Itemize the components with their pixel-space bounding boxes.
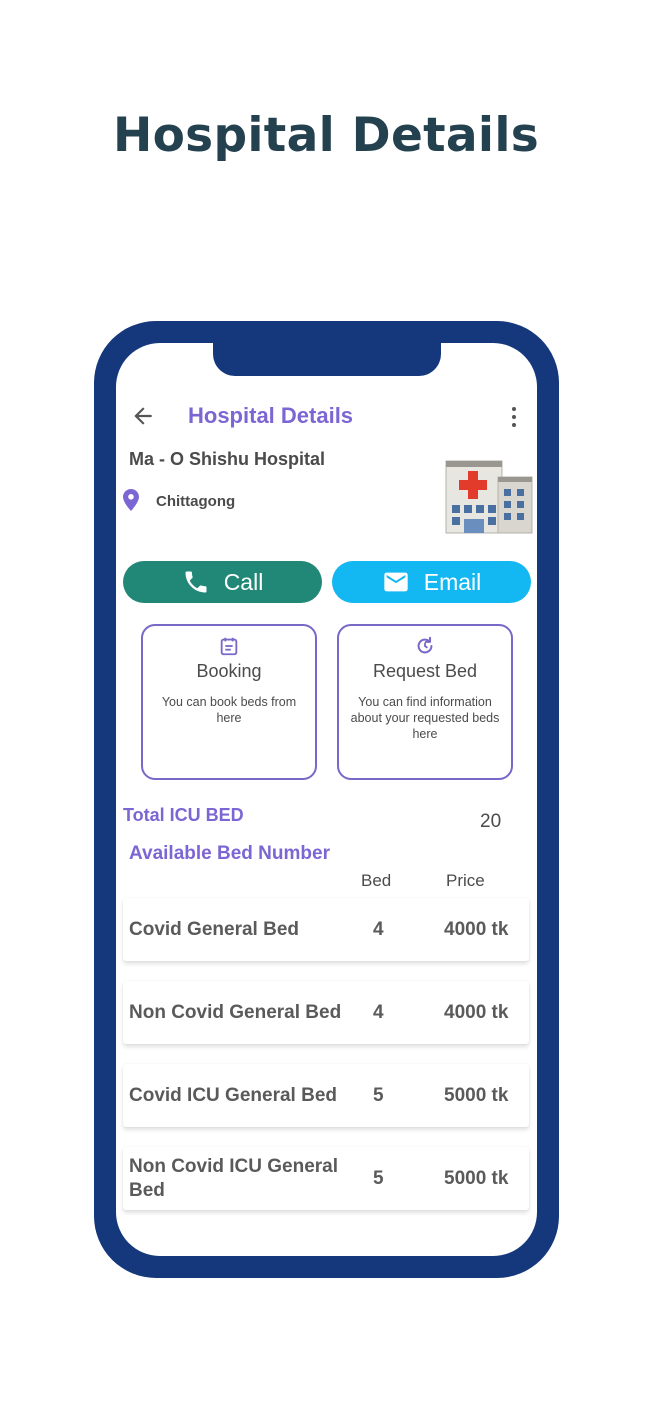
- location-pin-icon: [123, 489, 139, 511]
- phone-icon: [185, 571, 207, 593]
- mail-icon: [384, 572, 408, 592]
- column-header-price: Price: [446, 871, 485, 890]
- bed-name: Non Covid General Bed: [129, 1001, 342, 1023]
- call-button[interactable]: Call: [123, 561, 322, 603]
- bed-price: 5000 tk: [444, 1084, 509, 1106]
- appbar-title: Hospital Details: [188, 403, 354, 428]
- email-button[interactable]: Email: [332, 561, 531, 603]
- hospital-name: Ma - O Shishu Hospital: [129, 449, 326, 469]
- bed-price: 4000 tk: [444, 1001, 509, 1023]
- request-bed-card[interactable]: Request Bed You can find information abo…: [337, 624, 513, 780]
- bed-price: 4000 tk: [444, 918, 509, 940]
- booking-card-description: You can book beds from here: [161, 695, 297, 725]
- booking-card[interactable]: Booking You can book beds from here: [141, 624, 317, 780]
- bed-row: Non Covid General Bed 4 4000 tk: [123, 981, 529, 1044]
- bed-count: 4: [373, 918, 384, 940]
- call-button-label: Call: [223, 568, 264, 595]
- bed-price: 5000 tk: [444, 1167, 509, 1189]
- request-bed-card-title: Request Bed: [372, 661, 478, 681]
- page: Hospital Details Hospital Details Ma - O…: [0, 0, 652, 1412]
- bed-row: Non Covid ICU General Bed 5 5000 tk: [123, 1147, 529, 1210]
- total-icu-label: Total ICU BED: [123, 805, 244, 825]
- request-bed-card-description: You can find information about your requ…: [350, 695, 500, 741]
- bed-name: Covid ICU General Bed: [129, 1084, 337, 1106]
- phone-notch: [213, 343, 441, 376]
- calendar-icon: [220, 637, 238, 656]
- phone-frame: Hospital Details Ma - O Shishu Hospital …: [94, 321, 559, 1278]
- bed-name: Covid General Bed: [129, 918, 299, 940]
- bed-count: 5: [373, 1084, 384, 1106]
- email-button-label: Email: [423, 568, 482, 595]
- more-vert-icon[interactable]: [509, 406, 519, 428]
- bed-row: Covid General Bed 4 4000 tk: [123, 898, 529, 961]
- booking-card-title: Booking: [196, 661, 262, 681]
- bed-count: 4: [373, 1001, 384, 1023]
- total-icu-value: 20: [480, 811, 502, 832]
- column-header-bed: Bed: [361, 871, 392, 890]
- back-arrow-icon[interactable]: [130, 403, 156, 429]
- bed-name: Non Covid ICU General Bed: [129, 1155, 339, 1201]
- location-text: Chittagong: [156, 493, 236, 510]
- bed-row: Covid ICU General Bed 5 5000 tk: [123, 1064, 529, 1127]
- hospital-building-icon: [445, 460, 533, 534]
- refresh-icon: [417, 636, 433, 654]
- available-bed-heading: Available Bed Number: [129, 843, 330, 864]
- bed-count: 5: [373, 1167, 384, 1189]
- hero-title: Hospital Details: [112, 108, 540, 163]
- phone-screen: Hospital Details Ma - O Shishu Hospital …: [116, 343, 537, 1256]
